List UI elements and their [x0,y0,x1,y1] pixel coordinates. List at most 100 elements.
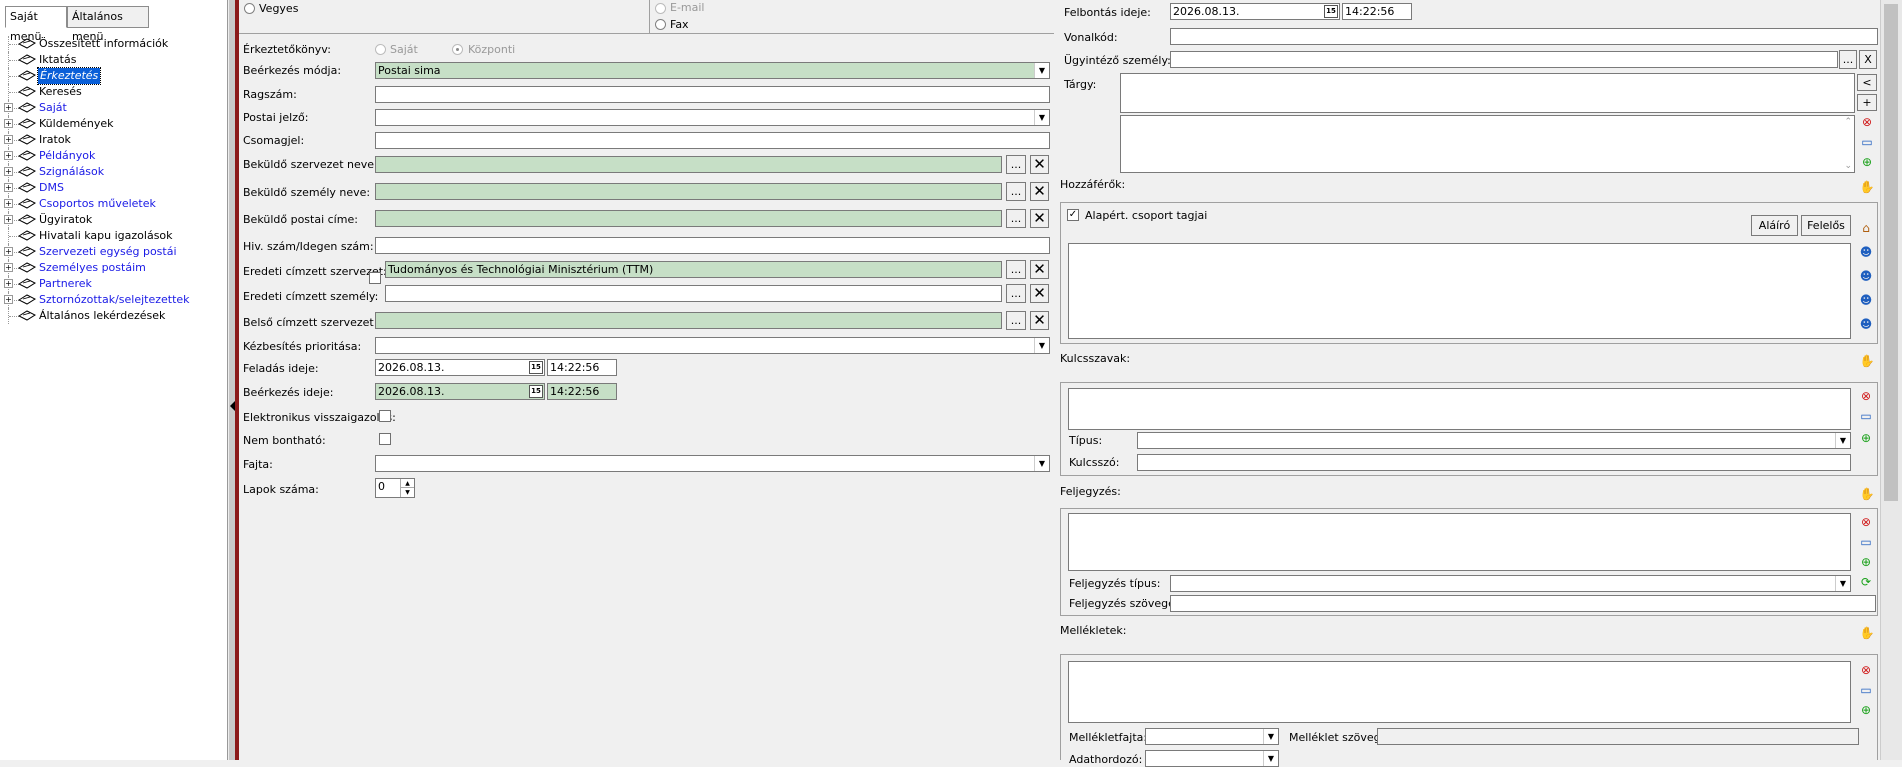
eredeti-szemely-clear-button[interactable]: ✕ [1030,284,1049,303]
add-icon[interactable]: ⊕ [1857,153,1877,171]
tree-item[interactable]: Keresés [0,84,228,100]
feljegyzes-list[interactable] [1068,513,1851,571]
partner-link-checkbox[interactable] [369,272,381,284]
targy-input[interactable] [1120,73,1855,113]
belso-szervezet-lookup-button[interactable]: ... [1006,311,1026,330]
eredeti-szervezet-clear-button[interactable]: ✕ [1030,260,1049,279]
edit-window-icon[interactable]: ▭ [1856,681,1876,699]
delete-icon[interactable]: ⊗ [1857,113,1877,131]
vertical-scrollbar[interactable] [1880,0,1902,760]
expand-plus-icon[interactable]: + [4,135,13,144]
user-icon[interactable]: ☻ [1856,243,1876,261]
expand-plus-icon[interactable]: + [4,103,13,112]
pin-icon[interactable]: ✋ [1857,485,1877,503]
home-icon[interactable]: ⌂ [1856,219,1876,237]
scrollbar-thumb[interactable] [1884,4,1898,501]
chevron-down-icon[interactable]: ▼ [1835,576,1850,591]
eredeti-szemely-input[interactable] [385,285,1002,302]
bekuldo-postai-input[interactable] [375,210,1002,227]
expand-plus-icon[interactable]: + [4,215,13,224]
alairo-button[interactable]: Aláíró [1751,215,1798,236]
add-icon[interactable]: ⊕ [1856,553,1876,571]
panel-splitter[interactable] [228,0,236,760]
tree-item[interactable]: Érkeztetés [0,67,228,85]
melleklet-szoveg-input[interactable] [1377,728,1859,745]
kulcsszavak-list[interactable] [1068,388,1851,430]
hozzaferok-list[interactable] [1068,243,1851,339]
user-icon[interactable]: ☻ [1856,291,1876,309]
pin-icon[interactable]: ✋ [1857,178,1877,196]
bekuldo-postai-lookup-button[interactable]: ... [1006,209,1026,228]
calendar-icon[interactable]: 15 [1324,5,1338,18]
tree-item[interactable]: Iktatás [0,52,228,68]
feljegyzes-tipus-select[interactable]: ▼ [1170,575,1851,592]
delete-icon[interactable]: ⊗ [1856,387,1876,405]
targy-add-button[interactable]: + [1857,94,1877,111]
tipus-select[interactable]: ▼ [1137,432,1851,449]
mellekletfajta-select[interactable]: ▼ [1145,728,1279,745]
targy-collapse-button[interactable]: < [1857,74,1877,91]
vonalkod-input[interactable] [1170,28,1878,45]
ugyintezo-input[interactable] [1170,51,1838,68]
expand-plus-icon[interactable]: + [4,119,13,128]
ugyintezo-lookup-button[interactable]: ... [1839,50,1857,69]
tree-item[interactable]: + Személyes postáim [0,260,228,276]
stepper-down-icon[interactable]: ▼ [400,488,414,497]
bekuldo-szemely-clear-button[interactable]: ✕ [1030,182,1049,201]
chevron-down-icon[interactable]: ▼ [1034,456,1049,471]
nem-bonthato-checkbox[interactable] [379,433,391,445]
tree-item[interactable]: + Szignálások [0,164,228,180]
feljegyzes-szovege-input[interactable] [1170,595,1876,612]
vegyes-radio[interactable] [244,3,255,14]
tree-item[interactable]: + Saját [0,100,228,116]
chevron-down-icon[interactable]: ▼ [1034,338,1049,353]
erkezteto-sajat-radio[interactable] [375,44,386,55]
tree-item[interactable]: + Szervezeti egység postái [0,244,228,260]
pin-icon[interactable]: ✋ [1857,624,1877,642]
chevron-down-icon[interactable]: ▼ [1263,729,1278,744]
chevron-down-icon[interactable]: ▼ [1034,110,1049,125]
chevron-down-icon[interactable]: ▼ [1835,433,1850,448]
belso-szervezet-clear-button[interactable]: ✕ [1030,311,1049,330]
tree-item[interactable]: + Partnerek [0,276,228,292]
kezbesites-select[interactable]: ▼ [375,337,1050,354]
chevron-down-icon[interactable]: ▼ [1034,63,1049,78]
calendar-icon[interactable]: 15 [529,361,543,374]
bekuldo-postai-clear-button[interactable]: ✕ [1030,209,1049,228]
tab-sajat-menu[interactable]: Saját menü [5,6,67,43]
lapok-stepper[interactable]: 0 ▲ ▼ [375,478,415,498]
expand-plus-icon[interactable]: + [4,199,13,208]
expand-plus-icon[interactable]: + [4,279,13,288]
tree-item[interactable]: + Sztornózottak/selejtezettek [0,292,228,308]
user-icon[interactable]: ☻ [1856,267,1876,285]
edit-window-icon[interactable]: ▭ [1856,533,1876,551]
csomagjel-input[interactable] [375,132,1050,149]
ragszam-input[interactable] [375,86,1050,103]
hiv-szam-input[interactable] [375,237,1050,254]
chevron-down-icon[interactable]: ▼ [1263,751,1278,766]
kulcsszo-input[interactable] [1137,454,1851,471]
expand-plus-icon[interactable]: + [4,295,13,304]
fax-radio[interactable] [655,19,666,30]
tree-item[interactable]: Általános lekérdezések [0,308,228,324]
tree-item[interactable]: + Iratok [0,132,228,148]
targy-list[interactable]: ⌃ ⌄ [1120,115,1855,173]
bekuldo-szervezet-clear-button[interactable]: ✕ [1030,155,1049,174]
tree-item[interactable]: Hivatali kapu igazolások [0,228,228,244]
mellekletek-list[interactable] [1068,661,1851,723]
edit-window-icon[interactable]: ▭ [1857,133,1877,151]
bekuldo-szervezet-input[interactable] [375,156,1002,173]
tree-item[interactable]: + DMS [0,180,228,196]
tab-altalanos-menu[interactable]: Általános menü [67,6,149,43]
bekuldo-szemely-lookup-button[interactable]: ... [1006,182,1026,201]
expand-plus-icon[interactable]: + [4,247,13,256]
tree-item[interactable]: + Példányok [0,148,228,164]
eredeti-szervezet-lookup-button[interactable]: ... [1006,260,1026,279]
add-icon[interactable]: ⊕ [1856,429,1876,447]
add-icon[interactable]: ⊕ [1856,701,1876,719]
scroll-down-icon[interactable]: ⌄ [1844,161,1852,171]
scroll-up-icon[interactable]: ⌃ [1844,117,1852,127]
bekuldo-szemely-input[interactable] [375,183,1002,200]
felelos-button[interactable]: Felelős [1801,215,1851,236]
eredeti-szemely-lookup-button[interactable]: ... [1006,284,1026,303]
